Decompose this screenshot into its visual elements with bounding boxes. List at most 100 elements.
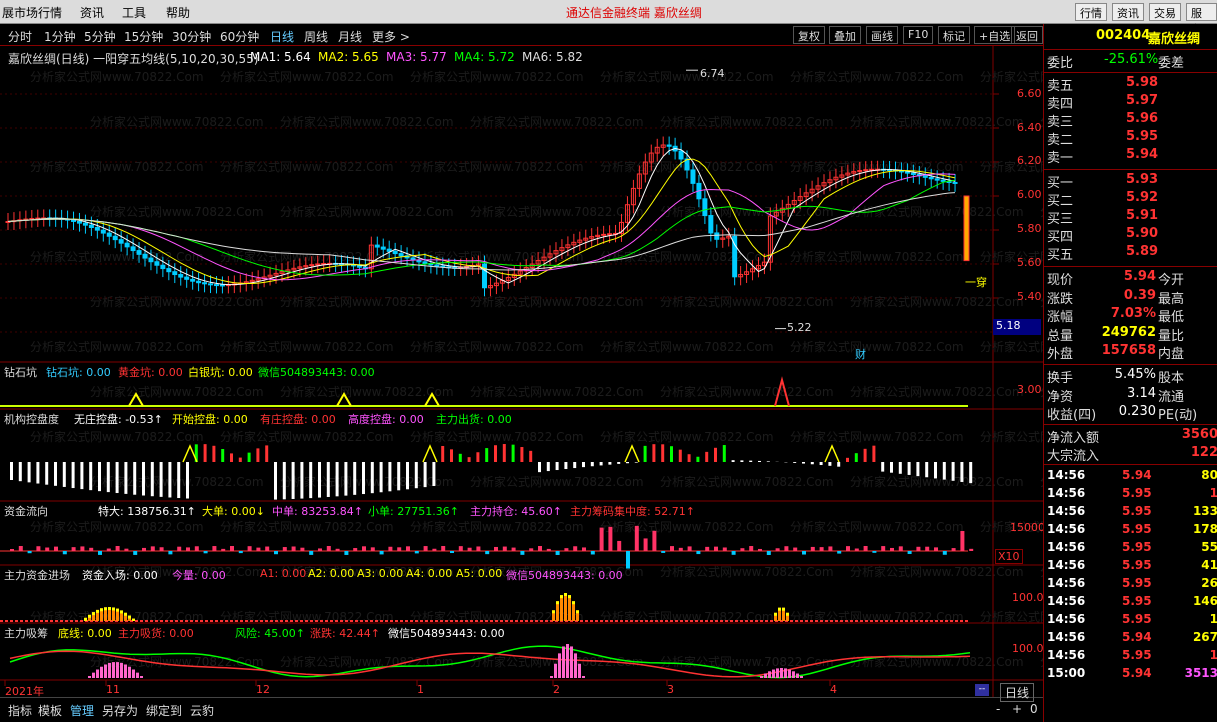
period-30min[interactable]: 30分钟 bbox=[172, 28, 211, 45]
service-button[interactable]: 服务 bbox=[1186, 3, 1217, 36]
tab-save-as[interactable]: 另存为 bbox=[102, 702, 138, 719]
ask-price: 5.97 bbox=[1126, 93, 1159, 108]
tick-volume: 41 bbox=[1201, 558, 1217, 572]
candle-body bbox=[178, 274, 184, 278]
flow-row: 净流入额 3560 bbox=[1044, 427, 1217, 446]
jc-item-vol: 今量: 0.00 bbox=[172, 569, 226, 582]
period-more[interactable]: 更多 > bbox=[372, 28, 410, 45]
tick-volume: 267 bbox=[1192, 630, 1217, 644]
tab-indicator[interactable]: 指标 bbox=[8, 702, 32, 719]
flow-bar bbox=[388, 546, 393, 551]
ask-row[interactable]: 卖三 5.96 bbox=[1044, 111, 1217, 130]
circle-icon[interactable]: 0 bbox=[1030, 702, 1038, 716]
candle-body bbox=[202, 282, 208, 285]
candle-body bbox=[714, 232, 720, 240]
candle-body bbox=[422, 261, 428, 265]
bid-row[interactable]: 买二 5.92 bbox=[1044, 190, 1217, 209]
ask-row[interactable]: 卖一 5.94 bbox=[1044, 147, 1217, 166]
period-selector[interactable]: 日线 bbox=[1000, 683, 1035, 702]
y-tick-label: 6.20 bbox=[1017, 154, 1042, 167]
tab-manage[interactable]: 管理 bbox=[70, 702, 94, 719]
histogram-bar bbox=[599, 462, 603, 466]
candle-body bbox=[213, 284, 219, 287]
period-toolbar: 分时 1分钟 5分钟 15分钟 30分钟 60分钟 日线 周线 月线 更多 > … bbox=[0, 24, 1043, 46]
bid-row[interactable]: 买一 5.93 bbox=[1044, 172, 1217, 191]
period-timeshare[interactable]: 分时 bbox=[8, 28, 32, 45]
entry-bar-cap bbox=[104, 607, 107, 611]
entry-bar-cap bbox=[112, 607, 115, 611]
menu-tools[interactable]: 工具 bbox=[122, 4, 146, 21]
tick-row: 15:00 5.94 3513 bbox=[1044, 666, 1217, 684]
ask-row[interactable]: 卖二 5.95 bbox=[1044, 129, 1217, 148]
zoom-out-icon[interactable]: -- bbox=[975, 684, 989, 696]
bid-row[interactable]: 买三 5.91 bbox=[1044, 208, 1217, 227]
finance-marker[interactable]: 财 bbox=[855, 346, 866, 362]
period-60min[interactable]: 60分钟 bbox=[220, 28, 259, 45]
period-weekly[interactable]: 周线 bbox=[304, 28, 328, 45]
bid-row[interactable]: 买五 5.89 bbox=[1044, 244, 1217, 263]
trade-button[interactable]: 交易 bbox=[1149, 3, 1181, 21]
period-monthly[interactable]: 月线 bbox=[338, 28, 362, 45]
add-favorite-button[interactable]: +自选 bbox=[974, 26, 1016, 44]
tick-row: 14:56 5.95 178 bbox=[1044, 522, 1217, 540]
histogram-bar bbox=[344, 462, 348, 496]
histogram-bar bbox=[643, 445, 647, 462]
menu-help[interactable]: 帮助 bbox=[166, 4, 190, 21]
tick-volume: 3513 bbox=[1184, 666, 1217, 680]
flow-bar bbox=[10, 549, 14, 551]
f10-button[interactable]: F10 bbox=[903, 26, 934, 44]
candle-body bbox=[607, 233, 613, 236]
menu-news[interactable]: 资讯 bbox=[80, 4, 104, 21]
institution-control-histogram bbox=[10, 444, 973, 500]
watermark-text: 分析家公式网www.70822.Com bbox=[660, 564, 834, 579]
period-5min[interactable]: 5分钟 bbox=[84, 28, 116, 45]
bid-price: 5.91 bbox=[1126, 208, 1159, 223]
zs-item-silver: 白银坑: 0.00 bbox=[188, 366, 253, 379]
entry-bar-cap bbox=[572, 601, 575, 605]
news-button[interactable]: 资讯 bbox=[1112, 3, 1144, 21]
watermark-text: 分析家公式网www.70822.Com bbox=[90, 384, 264, 399]
watermark-text: 分析家公式网www.70822.Com bbox=[790, 519, 964, 534]
flow-bar bbox=[406, 546, 410, 551]
restore-rights-button[interactable]: 复权 bbox=[793, 26, 825, 44]
plus-icon[interactable]: + bbox=[1012, 702, 1022, 716]
bid-price: 5.92 bbox=[1126, 190, 1159, 205]
histogram-bar bbox=[10, 462, 13, 480]
ask-row[interactable]: 卖四 5.97 bbox=[1044, 93, 1217, 112]
flow-bar bbox=[599, 527, 604, 551]
watermark-text: 分析家公式网www.70822.Com bbox=[470, 204, 644, 219]
histogram-bar bbox=[150, 462, 154, 497]
period-15min[interactable]: 15分钟 bbox=[124, 28, 163, 45]
histogram-bar bbox=[555, 462, 559, 471]
mark-button[interactable]: 标记 bbox=[938, 26, 970, 44]
histogram-bar bbox=[863, 448, 867, 462]
zj-item-hold: 主力持仓: 45.60↑ bbox=[470, 505, 562, 518]
flow-bar bbox=[133, 551, 138, 555]
histogram-bar bbox=[318, 462, 321, 498]
overlay-button[interactable]: 叠加 bbox=[829, 26, 861, 44]
watermark-text: 分析家公式网www.70822.Com bbox=[470, 114, 644, 129]
draw-line-button[interactable]: 画线 bbox=[866, 26, 898, 44]
ask-row[interactable]: 卖五 5.98 bbox=[1044, 75, 1217, 94]
flow-bar bbox=[467, 547, 472, 551]
histogram-bar bbox=[714, 447, 717, 462]
flow-bar bbox=[810, 546, 815, 551]
menu-market[interactable]: 展市场行情 bbox=[2, 4, 62, 21]
jg-item-nocontrol: 无庄控盘: -0.53↑ bbox=[74, 413, 163, 426]
histogram-bar bbox=[529, 450, 533, 462]
watermark-text: 分析家公式网www.70822.Com bbox=[410, 519, 584, 534]
histogram-bar bbox=[951, 462, 955, 481]
chart-area[interactable]: 分析家公式网www.70822.Com 分析家公式网www.70822.Com 分析… bbox=[0, 46, 1214, 698]
minus-icon[interactable]: - bbox=[996, 702, 1000, 716]
bid-row[interactable]: 买四 5.90 bbox=[1044, 226, 1217, 245]
tab-bind-to[interactable]: 绑定到 bbox=[146, 702, 182, 719]
stat-label-2: 今开 bbox=[1158, 273, 1185, 288]
flow-bar bbox=[846, 546, 850, 551]
period-daily[interactable]: 日线 bbox=[270, 28, 294, 45]
tab-cloud[interactable]: 云豹 bbox=[190, 702, 214, 719]
quote-button[interactable]: 行情 bbox=[1075, 3, 1107, 21]
signal-triangle bbox=[824, 444, 840, 463]
period-1min[interactable]: 1分钟 bbox=[44, 28, 76, 45]
back-button[interactable]: 返回 bbox=[1011, 26, 1043, 44]
tab-template[interactable]: 模板 bbox=[38, 702, 62, 719]
